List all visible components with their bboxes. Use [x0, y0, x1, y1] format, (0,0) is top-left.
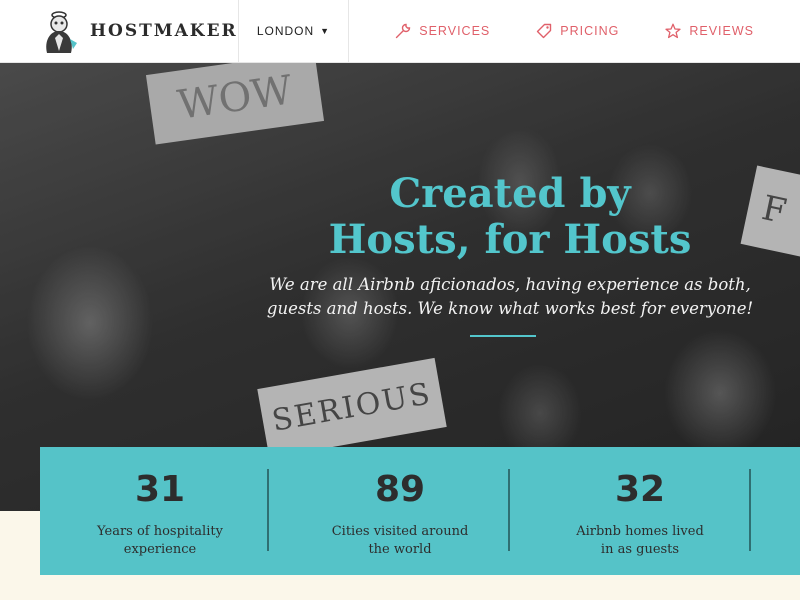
- main-nav: SERVICES PRICING REVIEWS: [349, 0, 800, 62]
- city-selector-label: LONDON: [256, 24, 315, 38]
- stats-divider: [267, 469, 269, 551]
- nav-services[interactable]: SERVICES: [395, 23, 490, 39]
- caret-down-icon: ▼: [320, 26, 331, 36]
- hostmaker-mascot-icon: [46, 11, 77, 53]
- wrench-icon: [396, 23, 411, 39]
- stats-panel: 31 Years of hospitality experience 89 Ci…: [40, 447, 800, 575]
- hero-divider: [470, 335, 536, 337]
- stats-divider: [508, 469, 510, 551]
- city-selector[interactable]: LONDON ▼: [239, 0, 350, 62]
- top-nav-bar: HOSTMAKER LONDON ▼ SERVICES PRICING REVI…: [0, 0, 800, 63]
- hero-title: Created by Hosts, for Hosts: [0, 171, 800, 263]
- stat-homes-label: Airbnb homes lived in as guests: [576, 524, 704, 557]
- brand-name: HOSTMAKER: [90, 21, 238, 41]
- stat-homes: 32 Airbnb homes lived in as guests: [520, 447, 760, 575]
- nav-pricing-label: PRICING: [560, 24, 620, 38]
- stat-cities-value: 89: [374, 469, 426, 510]
- hero-section: WOW SERIOUS F Created by Hosts, for Host…: [0, 63, 800, 511]
- star-icon: [665, 23, 681, 39]
- stats-divider: [749, 469, 751, 551]
- nav-reviews-label: REVIEWS: [689, 24, 754, 38]
- stat-years-label: Years of hospitality experience: [97, 524, 223, 557]
- nav-services-label: SERVICES: [419, 24, 491, 38]
- stat-cities: 89 Cities visited around the world: [280, 447, 520, 575]
- stat-cities-label: Cities visited around the world: [331, 524, 469, 557]
- hero-title-line-1: Created by: [389, 170, 631, 217]
- hero-title-line-2: Hosts, for Hosts: [328, 216, 692, 263]
- stat-years-value: 31: [134, 469, 186, 510]
- hero-subtitle-line-1: We are all Airbnb aficionados, having ex…: [269, 275, 751, 294]
- hero-subtitle-line-2: guests and hosts. We know what works bes…: [266, 299, 754, 318]
- hero-subtitle: We are all Airbnb aficionados, having ex…: [0, 273, 800, 321]
- nav-reviews[interactable]: REVIEWS: [665, 23, 754, 39]
- brand-logo-link[interactable]: HOSTMAKER: [0, 0, 239, 62]
- tag-icon: [537, 23, 552, 39]
- stat-years: 31 Years of hospitality experience: [40, 447, 280, 575]
- stat-homes-value: 32: [614, 469, 666, 510]
- nav-pricing[interactable]: PRICING: [536, 23, 619, 39]
